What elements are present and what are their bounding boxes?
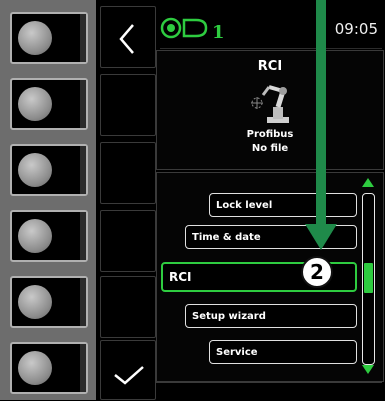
- scroll-up-arrow-icon[interactable]: [362, 178, 374, 188]
- button-knob: [18, 285, 52, 319]
- confirm-softkey[interactable]: [100, 340, 156, 400]
- softkey-3[interactable]: [100, 142, 156, 204]
- chevron-left-icon: [119, 24, 134, 54]
- step-badge: 2: [301, 256, 333, 288]
- robot-status-icon: [160, 17, 208, 39]
- hardware-button-3[interactable]: [10, 144, 88, 196]
- hardware-button-strip: [0, 0, 96, 400]
- callout-arrow-shaft: [316, 0, 326, 232]
- robot-number: 1: [212, 22, 225, 43]
- menu-item-service[interactable]: Service: [209, 340, 357, 364]
- checkmark-icon: [114, 366, 144, 385]
- softkey-4[interactable]: [100, 210, 156, 272]
- scrollbar-thumb[interactable]: [364, 263, 373, 293]
- button-knob: [18, 87, 52, 121]
- clock: 09:05: [334, 20, 378, 38]
- robot-arm-icon: [251, 85, 289, 123]
- hardware-button-4[interactable]: [10, 210, 88, 262]
- scroll-down-arrow-icon[interactable]: [362, 365, 374, 375]
- menu-item-label: Lock level: [216, 200, 273, 211]
- softkey-5[interactable]: [100, 276, 156, 338]
- bottom-strip: [156, 382, 382, 401]
- hardware-button-2[interactable]: [10, 78, 88, 130]
- callout-arrow-head: [305, 224, 337, 250]
- hardware-button-1[interactable]: [10, 12, 88, 64]
- menu-item-lock-level[interactable]: Lock level: [209, 193, 357, 217]
- file-status: No file: [251, 143, 289, 154]
- button-knob: [18, 153, 52, 187]
- hardware-button-6[interactable]: [10, 342, 88, 394]
- button-knob: [18, 351, 52, 385]
- back-softkey[interactable]: [100, 6, 156, 68]
- info-panel: RCI Profibus No file: [156, 50, 384, 170]
- panel-title: RCI: [257, 59, 283, 74]
- menu-item-label: Time & date: [192, 232, 261, 243]
- menu-item-label: Setup wizard: [192, 311, 266, 322]
- button-knob: [18, 219, 52, 253]
- menu-item-setup-wizard[interactable]: Setup wizard: [185, 304, 357, 328]
- menu-item-label: Service: [216, 347, 258, 358]
- scrollbar[interactable]: [362, 193, 375, 365]
- device-screen: 1 09:05 RCI Profibus No file Lock level …: [96, 0, 385, 400]
- protocol-label: Profibus: [246, 129, 294, 140]
- status-bar: 1 09:05: [160, 8, 382, 49]
- hardware-button-5[interactable]: [10, 276, 88, 328]
- menu-item-label: RCI: [169, 270, 192, 284]
- menu-panel: Lock level Time & date RCI Setup wizard …: [156, 172, 384, 382]
- button-knob: [18, 21, 52, 55]
- softkey-2[interactable]: [100, 74, 156, 136]
